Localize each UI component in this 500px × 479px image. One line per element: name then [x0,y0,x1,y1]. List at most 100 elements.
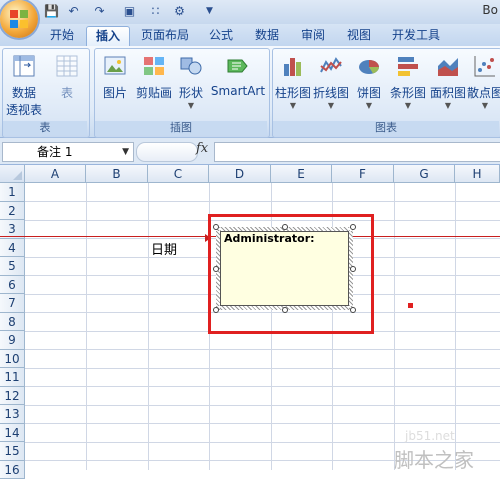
column-header-g[interactable]: G [394,165,455,183]
row-header-12[interactable]: 12 [0,387,25,406]
line-chart-icon [318,54,344,78]
row-header-1[interactable]: 1 [0,183,25,202]
picture-icon [102,54,128,78]
red-highlight-box [208,214,374,334]
watermark-url: jb51.net [405,429,455,443]
line-chart-button[interactable]: 折线图 ▼ [312,54,350,110]
column-chart-label: 柱形图 [274,84,312,101]
office-button[interactable] [0,0,38,38]
area-chart-dropdown-icon: ▼ [428,101,468,110]
scatter-chart-icon [472,54,498,78]
customize-icon[interactable]: ▼ [202,4,217,19]
gridline [25,368,500,369]
column-chart-button[interactable]: 柱形图 ▼ [274,54,312,110]
row-header-8[interactable]: 8 [0,313,25,332]
column-chart-icon [280,54,306,78]
column-header-d[interactable]: D [209,165,271,183]
bar-chart-label: 条形图 [388,84,428,101]
table-label: 表 [50,84,84,101]
row-header-5[interactable]: 5 [0,257,25,276]
window-title: Bo [482,3,498,17]
gridline [148,183,149,470]
smartart-button[interactable]: SmartArt [210,54,266,98]
office-logo-icon [9,9,29,29]
scatter-chart-dropdown-icon: ▼ [466,101,500,110]
column-header-f[interactable]: F [332,165,394,183]
row-header-13[interactable]: 13 [0,405,25,424]
area-chart-label: 面积图 [428,84,468,101]
tab-home[interactable]: 开始 [40,26,84,46]
formula-input[interactable] [214,142,500,162]
table-icon [54,54,80,78]
clipart-icon [141,54,167,78]
bar-chart-icon [395,54,421,78]
tab-insert[interactable]: 插入 [86,26,130,47]
gridline [25,405,500,406]
print-preview-icon[interactable]: ▣ [122,4,137,19]
tab-developer[interactable]: 开发工具 [386,26,446,46]
shapes-label: 形状 [176,84,206,101]
row-header-7[interactable]: 7 [0,294,25,313]
gridline [394,183,395,470]
column-header-c[interactable]: C [148,165,209,183]
picture-label: 图片 [98,84,132,101]
table-button[interactable]: 表 [50,54,84,101]
tab-view[interactable]: 视图 [340,26,378,46]
charts-group-label: 图表 [273,121,499,135]
row-header-6[interactable]: 6 [0,276,25,295]
cell-c4[interactable]: 日期 [151,239,177,258]
redo-icon[interactable]: ↷ [92,4,107,19]
save-icon[interactable]: 💾 [44,4,59,19]
name-box[interactable]: 备注 1 ▼ [2,142,134,162]
row-header-15[interactable]: 15 [0,442,25,461]
table-group-label: 表 [3,121,87,135]
row-header-10[interactable]: 10 [0,350,25,369]
pie-chart-label: 饼图 [352,84,386,101]
row-header-14[interactable]: 14 [0,424,25,443]
format-icon[interactable]: ⚙ [172,4,187,19]
select-all-button[interactable] [0,165,25,183]
row-header-9[interactable]: 9 [0,331,25,350]
picture-button[interactable]: 图片 [98,54,132,101]
tab-review[interactable]: 审阅 [294,26,332,46]
column-chart-dropdown-icon: ▼ [274,101,312,110]
row-header-2[interactable]: 2 [0,202,25,221]
dotted-shape-icon[interactable]: ∷ [148,4,163,19]
shapes-icon [178,54,204,78]
name-box-value: 备注 1 [3,145,72,159]
pivot-table-button[interactable]: 数据 透视表 [4,54,44,118]
gridline [25,423,500,424]
insert-function-button[interactable]: fx [196,141,208,156]
scatter-chart-label: 散点图 [466,84,500,101]
shapes-dropdown-icon: ▼ [176,101,206,110]
clipart-button[interactable]: 剪贴画 [134,54,174,101]
column-header-a[interactable]: A [25,165,86,183]
name-box-dropdown-icon[interactable]: ▼ [88,143,129,161]
bar-chart-button[interactable]: 条形图 ▼ [388,54,428,110]
pivot-table-label-2: 透视表 [4,101,44,118]
column-header-h[interactable]: H [455,165,500,183]
area-chart-button[interactable]: 面积图 ▼ [428,54,468,110]
tab-page-layout[interactable]: 页面布局 [134,26,196,46]
area-chart-icon [435,54,461,78]
line-chart-dropdown-icon: ▼ [312,101,350,110]
pivot-table-icon [11,54,37,78]
red-marker-dot [408,303,413,308]
pivot-table-label-1: 数据 [4,84,44,101]
gridline [25,386,500,387]
column-header-b[interactable]: B [86,165,148,183]
column-header-e[interactable]: E [271,165,332,183]
bar-chart-dropdown-icon: ▼ [388,101,428,110]
pie-chart-icon [356,54,382,78]
shapes-button[interactable]: 形状 ▼ [176,54,206,110]
tab-formulas[interactable]: 公式 [202,26,240,46]
row-header-4[interactable]: 4 [0,239,25,258]
tab-data[interactable]: 数据 [248,26,286,46]
row-header-11[interactable]: 11 [0,368,25,387]
watermark-brand: 脚本之家 [394,444,474,473]
formula-bar-divider [136,142,198,162]
undo-icon[interactable]: ↶ [66,4,81,19]
scatter-chart-button[interactable]: 散点图 ▼ [466,54,500,110]
pie-chart-button[interactable]: 饼图 ▼ [352,54,386,110]
gridline [25,201,500,202]
